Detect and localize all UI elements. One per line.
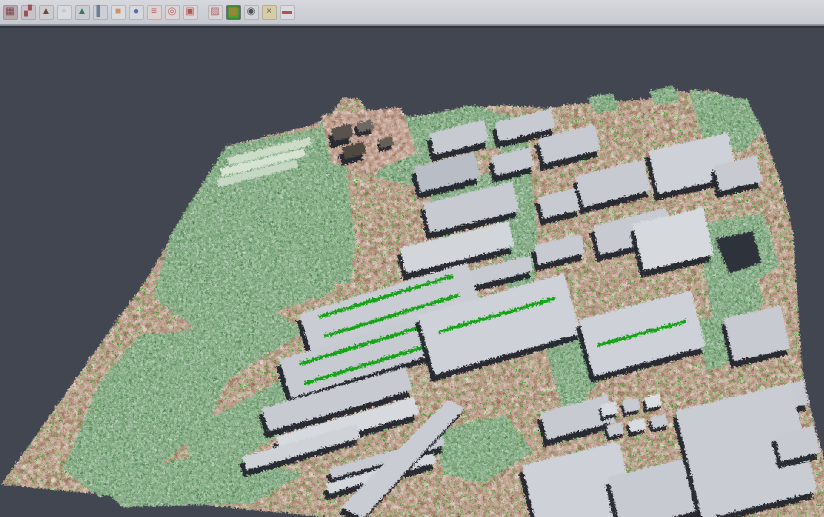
histogram-red-icon[interactable]: ▬ [280,5,295,20]
point-cloud-scene[interactable] [0,28,824,517]
classification-palette-icon[interactable]: ▩ [226,5,241,20]
viewport-3d[interactable] [0,25,824,517]
target-circle-icon[interactable]: ◎ [165,5,180,20]
point-grid-icon[interactable]: ▫ [57,5,72,20]
toolbar-separator [199,5,206,20]
zoom-extent-icon[interactable]: ▣ [183,5,198,20]
ortho-tile-icon[interactable]: ■ [111,5,126,20]
vegetation-hill-icon[interactable]: ▲ [75,5,90,20]
snapshot-camera-icon[interactable]: ◉ [244,5,259,20]
scatter-classes-icon[interactable]: ▞ [21,5,36,20]
window-root: { "toolbar": { "icons": [ {"name":"class… [0,0,824,517]
class-list-icon[interactable]: ≡ [147,5,162,20]
terrain-mound-icon[interactable]: ▲ [39,5,54,20]
globe-view-icon[interactable]: ● [129,5,144,20]
profile-view-icon[interactable]: ▌ [93,5,108,20]
checker-selection-icon[interactable]: ▨ [208,5,223,20]
main-toolbar: ▦▞▲▫▲▌■●≡◎▣▨▩◉×▬ [0,0,824,25]
measure-tools-icon[interactable]: × [262,5,277,20]
classify-points-icon[interactable]: ▦ [3,5,18,20]
